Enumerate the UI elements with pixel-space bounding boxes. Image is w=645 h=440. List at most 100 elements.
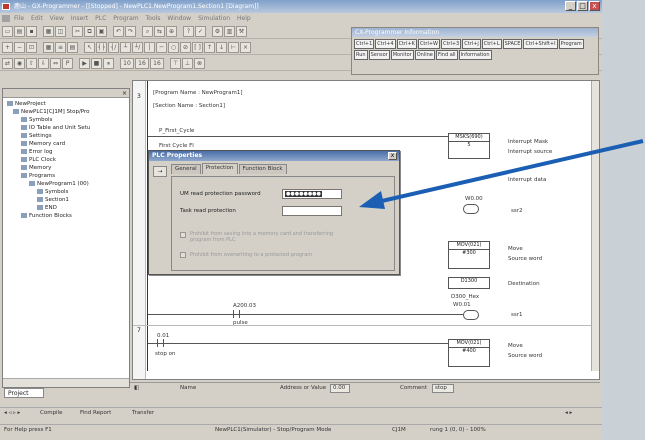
clear-icon[interactable]: × xyxy=(240,41,251,53)
tab-protection[interactable]: Protection xyxy=(201,163,238,174)
compile-icon[interactable]: ⚙ xyxy=(212,25,223,37)
coil-icon[interactable] xyxy=(463,310,479,320)
cut-icon[interactable]: ✂ xyxy=(72,25,83,37)
tree-horizontal-scrollbar[interactable] xyxy=(3,378,129,387)
coil-icon[interactable]: ○ xyxy=(168,41,179,53)
maximize-button[interactable]: □ xyxy=(577,1,588,11)
menu-edit[interactable]: Edit xyxy=(31,13,43,24)
dec-display-icon[interactable]: 16 xyxy=(135,57,149,69)
tab-nav-arrows-icon[interactable]: ◂ ◃ ▹ ▸ xyxy=(4,408,20,418)
tree-item[interactable]: PLC Clock xyxy=(21,157,56,164)
stop-mode-icon[interactable]: ■ xyxy=(91,57,102,69)
hex-display-icon[interactable]: 10 xyxy=(120,57,134,69)
bin-display-icon[interactable]: 16 xyxy=(150,57,164,69)
tab-function-block[interactable]: Function Block xyxy=(238,164,287,174)
contact-nc-icon[interactable]: ┤/ xyxy=(108,41,119,53)
menu-window[interactable]: Window xyxy=(167,13,191,24)
tree-item[interactable]: Section1 xyxy=(37,197,69,204)
compare-icon[interactable]: ⇔ xyxy=(50,57,61,69)
paste-icon[interactable]: ▣ xyxy=(96,25,107,37)
view-comment-icon[interactable]: ≡ xyxy=(55,41,66,53)
tools-icon[interactable]: ⚒ xyxy=(236,25,247,37)
copy-icon[interactable]: ⧉ xyxy=(84,25,95,37)
monitor-icon[interactable]: ◉ xyxy=(14,57,25,69)
online-icon[interactable]: ⇄ xyxy=(2,57,13,69)
find-icon[interactable]: ⌕ xyxy=(142,25,153,37)
replace-icon[interactable]: ⇆ xyxy=(154,25,165,37)
tab-compile[interactable]: Compile xyxy=(40,408,63,418)
context-help-icon[interactable]: ✓ xyxy=(195,25,206,37)
contact-or-icon[interactable]: ┴ xyxy=(120,41,131,53)
tab-transfer[interactable]: Transfer xyxy=(132,408,154,418)
save-icon[interactable]: ▪ xyxy=(26,25,37,37)
tree-item[interactable]: Symbols xyxy=(21,117,52,124)
tree-item[interactable]: NewProject xyxy=(7,101,46,108)
pause-icon[interactable]: ⏸ xyxy=(103,57,114,69)
redo-icon[interactable]: ↷ xyxy=(125,25,136,37)
close-button[interactable]: x xyxy=(589,1,600,11)
coil-nc-icon[interactable]: ⊘ xyxy=(180,41,191,53)
um-password-field[interactable]: ●●●●●●●● xyxy=(282,189,342,199)
open-folder-icon[interactable]: ▤ xyxy=(14,25,25,37)
tree-item[interactable]: Memory card xyxy=(21,141,65,148)
zoom-fit-icon[interactable]: ⊡ xyxy=(26,41,37,53)
transfer-to-plc-icon[interactable]: ⇧ xyxy=(26,57,37,69)
transfer-from-plc-icon[interactable]: ⇩ xyxy=(38,57,49,69)
menu-tools[interactable]: Tools xyxy=(146,13,161,24)
force-cancel-icon[interactable]: ⊗ xyxy=(194,57,205,69)
tree-item[interactable]: NewPLC1[CJ1M] Stop/Pro xyxy=(13,109,90,116)
view-table-icon[interactable]: ▤ xyxy=(67,41,78,53)
menu-simulation[interactable]: Simulation xyxy=(198,13,230,24)
zoom-icon[interactable]: ⊕ xyxy=(166,25,177,37)
task-protection-field[interactable] xyxy=(282,206,342,216)
instruction-icon[interactable]: [ ] xyxy=(192,41,203,53)
project-tab[interactable]: Project xyxy=(4,388,44,398)
preview-icon[interactable]: ◫ xyxy=(55,25,66,37)
program-mode-icon[interactable]: P xyxy=(62,57,73,69)
minimize-button[interactable]: _ xyxy=(565,1,576,11)
tree-item[interactable]: NewProgram1 (00) xyxy=(29,181,89,188)
prohibit-overwrite-checkbox[interactable] xyxy=(180,252,186,258)
vertical-line-icon[interactable]: │ xyxy=(144,41,155,53)
diagram-vertical-scrollbar[interactable] xyxy=(591,81,599,371)
tab-find-report[interactable]: Find Report xyxy=(80,408,111,418)
menu-insert[interactable]: Insert xyxy=(71,13,88,24)
rising-edge-icon[interactable]: ↑ xyxy=(204,41,215,53)
tab-general[interactable]: General xyxy=(171,164,201,174)
tree-item[interactable]: END xyxy=(37,205,57,212)
tree-item[interactable]: Memory xyxy=(21,165,51,172)
new-file-icon[interactable]: ▭ xyxy=(2,25,13,37)
run-mode-icon[interactable]: ▶ xyxy=(79,57,90,69)
instruction-operand[interactable]: D1300 xyxy=(448,277,490,289)
select-mode-icon[interactable]: ↖ xyxy=(84,41,95,53)
tree-close-icon[interactable]: × xyxy=(3,89,129,98)
menu-file[interactable]: File xyxy=(14,13,24,24)
grid-icon[interactable]: ▥ xyxy=(224,25,235,37)
menu-view[interactable]: View xyxy=(50,13,64,24)
tree-item[interactable]: IO Table and Unit Setu xyxy=(21,125,90,132)
tab-scroll-icon[interactable]: ◂ ▸ xyxy=(565,408,572,418)
undo-icon[interactable]: ↶ xyxy=(113,25,124,37)
tree-item[interactable]: Function Blocks xyxy=(21,213,72,220)
menu-plc[interactable]: PLC xyxy=(95,13,106,24)
delete-line-icon[interactable]: ⊢ xyxy=(228,41,239,53)
menu-program[interactable]: Program xyxy=(113,13,138,24)
zoom-in-icon[interactable]: + xyxy=(2,41,13,53)
zoom-out-icon[interactable]: − xyxy=(14,41,25,53)
force-off-icon[interactable]: ⊥ xyxy=(182,57,193,69)
contact-or-nc-icon[interactable]: ┴/ xyxy=(132,41,143,53)
instruction-box[interactable]: MOV(021) #400 xyxy=(448,339,490,367)
help-icon[interactable]: ? xyxy=(183,25,194,37)
contact-no-icon[interactable]: ┤├ xyxy=(96,41,107,53)
falling-edge-icon[interactable]: ↓ xyxy=(216,41,227,53)
tree-item[interactable]: Error log xyxy=(21,149,53,156)
force-on-icon[interactable]: ⊤ xyxy=(170,57,181,69)
menu-help[interactable]: Help xyxy=(237,13,251,24)
tree-item[interactable]: Settings xyxy=(21,133,52,140)
tree-item[interactable]: Programs xyxy=(21,173,55,180)
prohibit-save-checkbox[interactable] xyxy=(180,232,186,238)
tree-item[interactable]: Symbols xyxy=(37,189,68,196)
horizontal-line-icon[interactable]: ─ xyxy=(156,41,167,53)
view-grid-icon[interactable]: ▦ xyxy=(43,41,54,53)
print-icon[interactable]: ▦ xyxy=(43,25,54,37)
